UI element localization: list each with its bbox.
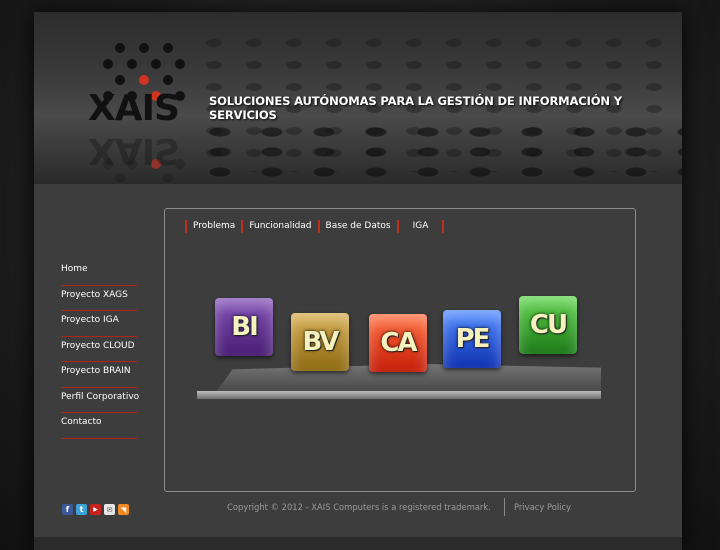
sidebar-nav: Home Proyecto XAGS Proyecto IGA Proyecto… — [61, 260, 139, 439]
sidebar-item-proyecto-brain[interactable]: Proyecto BRAIN — [61, 362, 137, 388]
tab-problema[interactable]: Problema — [187, 221, 241, 231]
bottom-strip — [34, 537, 682, 550]
module-tile-ca[interactable]: CA — [369, 314, 427, 372]
twitter-icon[interactable]: t — [76, 504, 87, 515]
content-panel: Problema Funcionalidad Base de Datos IGA… — [164, 208, 636, 492]
sidebar-item-proyecto-cloud[interactable]: Proyecto CLOUD — [61, 337, 137, 362]
header-banner: XAIS XAIS SOLUCIONES AUTÓNOMAS PARA LA G… — [34, 12, 682, 184]
email-icon[interactable]: ✉ — [104, 504, 115, 515]
rss-icon[interactable]: ◥ — [118, 504, 129, 515]
tab-iga[interactable]: IGA — [399, 221, 443, 231]
tab-bar: Problema Funcionalidad Base de Datos IGA — [185, 219, 445, 233]
logo-wordmark: XAIS — [88, 88, 180, 129]
module-tile-bi[interactable]: BI — [215, 298, 273, 356]
header-dot-floor — [194, 122, 682, 182]
sidebar-item-home[interactable]: Home — [61, 260, 137, 286]
module-tile-bv[interactable]: BV — [291, 313, 349, 371]
footer-divider — [504, 498, 505, 516]
youtube-icon[interactable]: ▶ — [90, 504, 101, 515]
sidebar-item-perfil-corporativo[interactable]: Perfil Corporativo — [61, 388, 139, 413]
sidebar-item-proyecto-iga[interactable]: Proyecto IGA — [61, 311, 137, 337]
facebook-icon[interactable]: f — [62, 504, 73, 515]
site-frame: XAIS XAIS SOLUCIONES AUTÓNOMAS PARA LA G… — [34, 12, 682, 550]
privacy-policy-link[interactable]: Privacy Policy — [514, 502, 571, 512]
sidebar-item-proyecto-xags[interactable]: Proyecto XAGS — [61, 286, 137, 311]
module-tile-cu[interactable]: CU — [519, 296, 577, 354]
tab-funcionalidad[interactable]: Funcionalidad — [243, 221, 317, 231]
copyright-text: Copyright © 2012 - XAIS Computers is a r… — [227, 502, 491, 512]
tab-separator — [442, 219, 445, 233]
social-links: f t ▶ ✉ ◥ — [62, 504, 129, 515]
logo-reflection: XAIS — [88, 130, 179, 171]
tab-base-de-datos[interactable]: Base de Datos — [320, 221, 397, 231]
site-tagline: SOLUCIONES AUTÓNOMAS PARA LA GESTIÓN DE … — [209, 94, 622, 122]
module-tile-pe[interactable]: PE — [443, 310, 501, 368]
sidebar-item-contacto[interactable]: Contacto — [61, 413, 137, 439]
shelf-edge — [197, 391, 601, 399]
module-showcase: BI BV CA PE CU — [195, 296, 605, 401]
